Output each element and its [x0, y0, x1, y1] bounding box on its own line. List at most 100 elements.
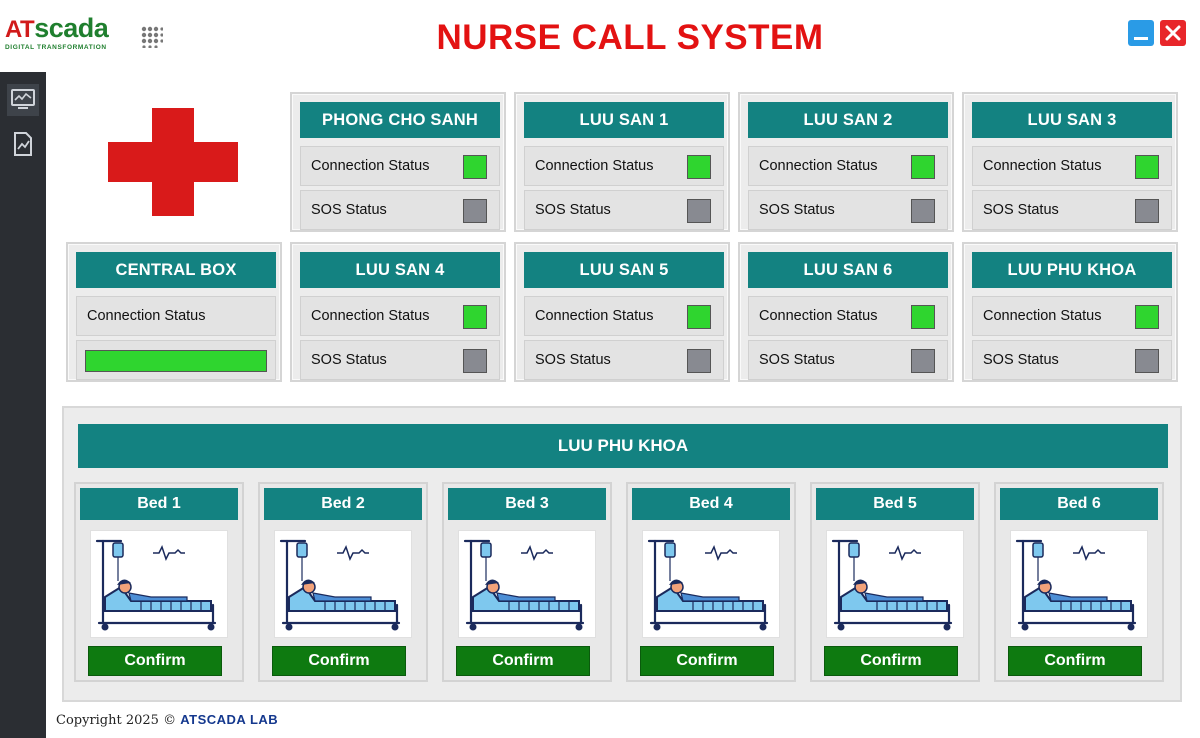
connection-status-label: Connection Status [759, 158, 878, 174]
confirm-button[interactable]: Confirm [824, 646, 958, 676]
page-title: NURSE CALL SYSTEM [436, 18, 824, 57]
central-box-card: CENTRAL BOX Connection Status [66, 242, 282, 382]
bed-name: Bed 1 [80, 488, 238, 520]
sos-status-indicator [911, 349, 935, 373]
central-connection-bar-fill [85, 350, 267, 372]
sos-status-indicator [1135, 349, 1159, 373]
sos-status-label: SOS Status [759, 352, 835, 368]
sos-status-label: SOS Status [311, 202, 387, 218]
chart-report-icon [14, 132, 32, 156]
bed-card: Bed 4 Confirm [626, 482, 796, 682]
room-card: LUU PHU KHOA Connection Status SOS Statu… [962, 242, 1178, 382]
bed-name: Bed 2 [264, 488, 422, 520]
sos-status-row: SOS Status [300, 340, 500, 380]
sos-status-label: SOS Status [311, 352, 387, 368]
room-card: PHONG CHO SANH Connection Status SOS Sta… [290, 92, 506, 232]
connection-status-label: Connection Status [311, 158, 430, 174]
sos-status-indicator [463, 349, 487, 373]
dots-grid-icon [141, 26, 163, 48]
bed-name: Bed 4 [632, 488, 790, 520]
patient-bed-icon [1010, 530, 1148, 638]
room-name: LUU SAN 5 [524, 252, 724, 288]
sos-status-label: SOS Status [759, 202, 835, 218]
bed-name: Bed 6 [1000, 488, 1158, 520]
bed-section: LUU PHU KHOA Bed 1 Confirm Bed 2 Confirm… [62, 406, 1182, 702]
monitor-icon [11, 89, 35, 109]
room-name: LUU SAN 4 [300, 252, 500, 288]
connection-status-indicator [687, 155, 711, 179]
room-card: LUU SAN 5 Connection Status SOS Status [514, 242, 730, 382]
room-card: LUU SAN 6 Connection Status SOS Status [738, 242, 954, 382]
connection-status-row: Connection Status [972, 296, 1172, 336]
confirm-button[interactable]: Confirm [640, 646, 774, 676]
confirm-button[interactable]: Confirm [456, 646, 590, 676]
sidebar-item-monitor[interactable] [7, 84, 39, 116]
room-name: PHONG CHO SANH [300, 102, 500, 138]
right-edge [1196, 72, 1200, 738]
confirm-button[interactable]: Confirm [1008, 646, 1142, 676]
bed-card: Bed 3 Confirm [442, 482, 612, 682]
sos-status-row: SOS Status [748, 340, 948, 380]
logo-main-text: scada [34, 13, 109, 43]
room-name: LUU PHU KHOA [972, 252, 1172, 288]
connection-status-indicator [1135, 305, 1159, 329]
connection-status-label: Connection Status [983, 158, 1102, 174]
patient-bed-icon [642, 530, 780, 638]
connection-status-indicator [463, 305, 487, 329]
connection-status-row: Connection Status [300, 146, 500, 186]
close-icon [1165, 25, 1181, 41]
atscada-logo: ATscada DIGITAL TRANSFORMATION [5, 14, 135, 56]
sos-status-label: SOS Status [535, 202, 611, 218]
sos-status-label: SOS Status [983, 352, 1059, 368]
footer-copyright: Copyright 2025 © [56, 713, 177, 728]
bed-card: Bed 5 Confirm [810, 482, 980, 682]
footer-company: ATSCADA LAB [180, 712, 279, 727]
confirm-button[interactable]: Confirm [272, 646, 406, 676]
sos-status-row: SOS Status [972, 340, 1172, 380]
connection-status-row: Connection Status [748, 296, 948, 336]
room-name: LUU SAN 1 [524, 102, 724, 138]
bed-card: Bed 6 Confirm [994, 482, 1164, 682]
main-panel: PHONG CHO SANH Connection Status SOS Sta… [46, 72, 1200, 738]
connection-status-row: Connection Status [524, 296, 724, 336]
sos-status-indicator [1135, 199, 1159, 223]
sos-status-indicator [687, 349, 711, 373]
room-card: LUU SAN 3 Connection Status SOS Status [962, 92, 1178, 232]
room-name: LUU SAN 2 [748, 102, 948, 138]
logo-tagline: DIGITAL TRANSFORMATION [5, 44, 107, 51]
connection-status-label: Connection Status [535, 308, 654, 324]
sos-status-row: SOS Status [524, 190, 724, 230]
footer: Copyright 2025 © ATSCADA LAB [56, 712, 278, 728]
patient-bed-icon [274, 530, 412, 638]
sos-status-indicator [463, 199, 487, 223]
room-card: LUU SAN 1 Connection Status SOS Status [514, 92, 730, 232]
close-button[interactable] [1160, 20, 1186, 46]
connection-status-indicator [687, 305, 711, 329]
bed-name: Bed 5 [816, 488, 974, 520]
connection-status-label: Connection Status [311, 308, 430, 324]
bed-section-title: LUU PHU KHOA [78, 424, 1168, 468]
central-box-name: CENTRAL BOX [76, 252, 276, 288]
connection-status-row: Connection Status [524, 146, 724, 186]
red-cross-icon [108, 108, 238, 216]
bed-card: Bed 2 Confirm [258, 482, 428, 682]
sos-status-row: SOS Status [972, 190, 1172, 230]
sos-status-label: SOS Status [983, 202, 1059, 218]
room-card: LUU SAN 2 Connection Status SOS Status [738, 92, 954, 232]
connection-status-row: Connection Status [748, 146, 948, 186]
minimize-button[interactable] [1128, 20, 1154, 46]
patient-bed-icon [90, 530, 228, 638]
sidebar-item-report[interactable] [7, 128, 39, 160]
room-name: LUU SAN 6 [748, 252, 948, 288]
connection-status-indicator [911, 155, 935, 179]
bed-card: Bed 1 Confirm [74, 482, 244, 682]
patient-bed-icon [458, 530, 596, 638]
central-connection-bar [76, 340, 276, 380]
connection-status-label: Connection Status [983, 308, 1102, 324]
connection-status-label: Connection Status [759, 308, 878, 324]
sos-status-indicator [911, 199, 935, 223]
confirm-button[interactable]: Confirm [88, 646, 222, 676]
room-card: LUU SAN 4 Connection Status SOS Status [290, 242, 506, 382]
patient-bed-icon [826, 530, 964, 638]
room-name: LUU SAN 3 [972, 102, 1172, 138]
